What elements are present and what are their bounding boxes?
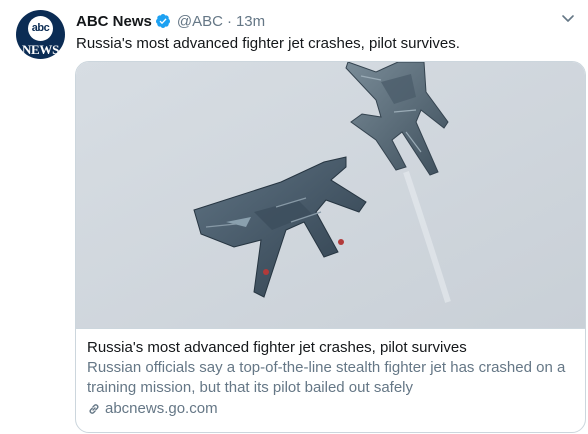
card-body[interactable]: Russia's most advanced fighter jet crash… [76,328,585,417]
card-title[interactable]: Russia's most advanced fighter jet crash… [87,338,575,357]
avatar-abc-logo: abc [28,16,53,41]
header-separator: · [226,12,232,30]
chevron-down-icon[interactable] [560,10,576,26]
verified-badge-icon [155,13,171,29]
avatar-news-wordmark: NEWS [21,42,60,57]
card-image[interactable] [76,62,585,328]
tweet-text: Russia's most advanced fighter jet crash… [76,35,460,52]
author-display-name[interactable]: ABC News [76,13,152,30]
card-domain-text: abcnews.go.com [105,400,218,417]
link-card[interactable]: Russia's most advanced fighter jet crash… [75,61,586,433]
tweet-header: ABC News @ABC · 13m [76,11,265,31]
author-handle[interactable]: @ABC [177,13,223,30]
card-description: Russian officials say a top-of-the-line … [87,359,566,396]
card-domain[interactable]: abcnews.go.com [87,400,575,417]
link-icon [87,402,101,416]
tweet-timestamp[interactable]: 13m [236,13,265,30]
avatar[interactable]: abc NEWS [16,10,65,59]
